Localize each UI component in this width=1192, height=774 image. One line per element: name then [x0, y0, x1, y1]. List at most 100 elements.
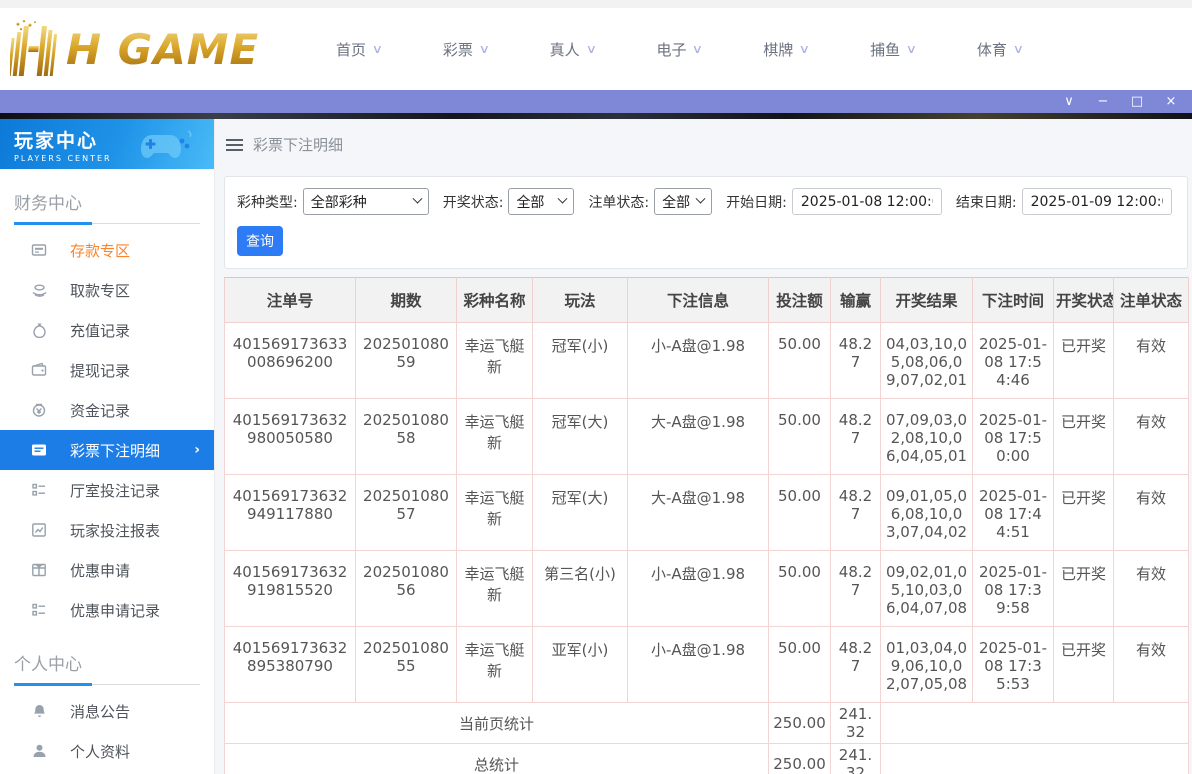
main-nav: 首页∨彩票∨真人∨电子∨棋牌∨捕鱼∨体育∨: [336, 39, 1023, 60]
sidebar-item-label: 个人资料: [70, 741, 130, 762]
sidebar-item-promo-apply[interactable]: 优惠申请: [0, 550, 214, 590]
bell-icon: [30, 703, 48, 719]
sidebar-item-bell[interactable]: 消息公告: [0, 691, 214, 731]
sidebar-item-label: 存款专区: [70, 240, 130, 261]
cell-bet-info: 大-A盘@1.98: [628, 399, 769, 475]
table-row: 40156917363300869620020250108059幸运飞艇新冠军(…: [225, 323, 1189, 399]
window-titlebar: ∨ − □ ×: [0, 90, 1192, 113]
maximize-button[interactable]: □: [1130, 95, 1144, 108]
sidebar-item-promo-record[interactable]: 优惠申请记录: [0, 590, 214, 630]
page-title: 彩票下注明细: [253, 134, 343, 155]
column-header-play-type: 玩法: [533, 278, 628, 323]
cell-bet-amount: 50.00: [769, 551, 831, 627]
cell-lottery-name: 幸运飞艇新: [457, 551, 533, 627]
draw-status-select[interactable]: 全部: [508, 188, 574, 215]
cell-bet-time: 2025-01-08 17:39:58: [973, 551, 1054, 627]
summary-empty-cell: [881, 744, 1189, 774]
sidebar-item-lottery-bet-detail[interactable]: 彩票下注明细›: [0, 430, 214, 470]
sidebar-item-funds-record[interactable]: 资金记录: [0, 390, 214, 430]
cell-draw-result: 04,03,10,05,08,06,09,07,02,01: [881, 323, 973, 399]
cell-lottery-name: 幸运飞艇新: [457, 475, 533, 551]
cell-period: 20250108056: [356, 551, 457, 627]
lottery-type-select[interactable]: 全部彩种: [303, 188, 429, 215]
nav-item-2[interactable]: 彩票∨: [443, 39, 489, 60]
order-status-select[interactable]: 全部: [654, 188, 712, 215]
cell-bet-amount: 50.00: [769, 399, 831, 475]
cell-bet-time: 2025-01-08 17:50:00: [973, 399, 1054, 475]
sidebar-item-label: 资金记录: [70, 400, 130, 421]
cell-play-type: 冠军(大): [533, 399, 628, 475]
order-status-value: 全部: [662, 192, 690, 212]
end-date-input[interactable]: [1022, 188, 1172, 215]
lottery-type-label: 彩种类型:: [237, 192, 298, 212]
cell-order-id: 401569173632980050580: [225, 399, 356, 475]
cell-win-loss: 48.27: [831, 399, 881, 475]
dropdown-button[interactable]: ∨: [1062, 95, 1076, 108]
chevron-down-icon: ∨: [1013, 42, 1024, 56]
chevron-down-icon: ∨: [479, 42, 490, 56]
cell-play-type: 第三名(小): [533, 551, 628, 627]
cell-draw-status: 已开奖: [1054, 323, 1114, 399]
sidebar-item-deposit[interactable]: 存款专区: [0, 230, 214, 270]
summary-winloss-total: 241.32: [831, 744, 881, 774]
brand-logo[interactable]: H GAME: [10, 16, 310, 82]
cell-win-loss: 48.27: [831, 323, 881, 399]
section-underline: [14, 223, 200, 224]
order-status-label: 注单状态:: [588, 192, 649, 212]
search-button[interactable]: 查询: [237, 226, 283, 256]
cell-order-id: 401569173633008696200: [225, 323, 356, 399]
sidebar-item-label: 玩家投注报表: [70, 520, 160, 541]
cell-draw-result: 09,01,05,06,08,10,03,07,04,02: [881, 475, 973, 551]
cell-lottery-name: 幸运飞艇新: [457, 627, 533, 703]
sidebar-item-label: 取款专区: [70, 280, 130, 301]
start-date-label: 开始日期:: [726, 192, 787, 212]
cell-bet-time: 2025-01-08 17:35:53: [973, 627, 1054, 703]
close-button[interactable]: ×: [1164, 95, 1178, 108]
nav-item-3[interactable]: 真人∨: [550, 39, 596, 60]
nav-item-1[interactable]: 首页∨: [336, 39, 382, 60]
sidebar-item-recharge-record[interactable]: 充值记录: [0, 310, 214, 350]
summary-label: 总统计: [225, 744, 769, 774]
table-row: 40156917363298005058020250108058幸运飞艇新冠军(…: [225, 399, 1189, 475]
filter-panel: 彩种类型: 全部彩种 开奖状态: 全部 注单状态: 全部 开始日期: 结束日期:: [224, 176, 1188, 269]
cell-win-loss: 48.27: [831, 627, 881, 703]
cell-order-id: 401569173632919815520: [225, 551, 356, 627]
menu-icon[interactable]: [226, 139, 243, 151]
withdraw-icon: [30, 282, 48, 298]
chevron-down-icon: ∨: [799, 42, 810, 56]
gamepad-icon: [138, 127, 198, 163]
cell-period: 20250108058: [356, 399, 457, 475]
sidebar-item-player-report[interactable]: 玩家投注报表: [0, 510, 214, 550]
hall-bet-record-icon: [30, 482, 48, 498]
promo-record-icon: [30, 602, 48, 618]
nav-item-4[interactable]: 电子 ∨: [656, 39, 702, 60]
cell-bet-time: 2025-01-08 17:54:46: [973, 323, 1054, 399]
chevron-down-icon: ∨: [692, 42, 703, 56]
column-header-bet-amount: 投注额: [769, 278, 831, 323]
cell-order-id: 401569173632895380790: [225, 627, 356, 703]
lottery-bet-detail-icon: [30, 443, 48, 457]
cell-bet-amount: 50.00: [769, 627, 831, 703]
nav-item-label: 电子: [656, 39, 686, 60]
nav-item-6[interactable]: 捕鱼∨: [870, 39, 916, 60]
cell-order-id: 401569173632949117880: [225, 475, 356, 551]
cell-draw-result: 09,02,01,05,10,03,06,04,07,08: [881, 551, 973, 627]
draw-status-value: 全部: [516, 192, 544, 212]
sidebar-item-withdraw-record[interactable]: 提现记录: [0, 350, 214, 390]
sidebar-item-label: 提现记录: [70, 360, 130, 381]
sidebar-item-hall-bet-record[interactable]: 厅室投注记录: [0, 470, 214, 510]
sidebar-item-withdraw[interactable]: 取款专区: [0, 270, 214, 310]
sidebar-item-person[interactable]: 个人资料: [0, 731, 214, 771]
lottery-type-value: 全部彩种: [311, 192, 367, 212]
sidebar: 玩家中心 PLAYERS CENTER 财务中心存款专区取款专区充值记录提现记录…: [0, 119, 215, 774]
column-header-order-status: 注单状态: [1114, 278, 1189, 323]
nav-item-5[interactable]: 棋牌∨: [763, 39, 809, 60]
cell-draw-status: 已开奖: [1054, 627, 1114, 703]
sidebar-item-label: 厅室投注记录: [70, 480, 160, 501]
start-date-input[interactable]: [792, 188, 942, 215]
nav-item-7[interactable]: 体育∨: [977, 39, 1023, 60]
minimize-button[interactable]: −: [1096, 95, 1110, 108]
table-row: 40156917363289538079020250108055幸运飞艇新亚军(…: [225, 627, 1189, 703]
table-row: 40156917363291981552020250108056幸运飞艇新第三名…: [225, 551, 1189, 627]
cell-period: 20250108057: [356, 475, 457, 551]
